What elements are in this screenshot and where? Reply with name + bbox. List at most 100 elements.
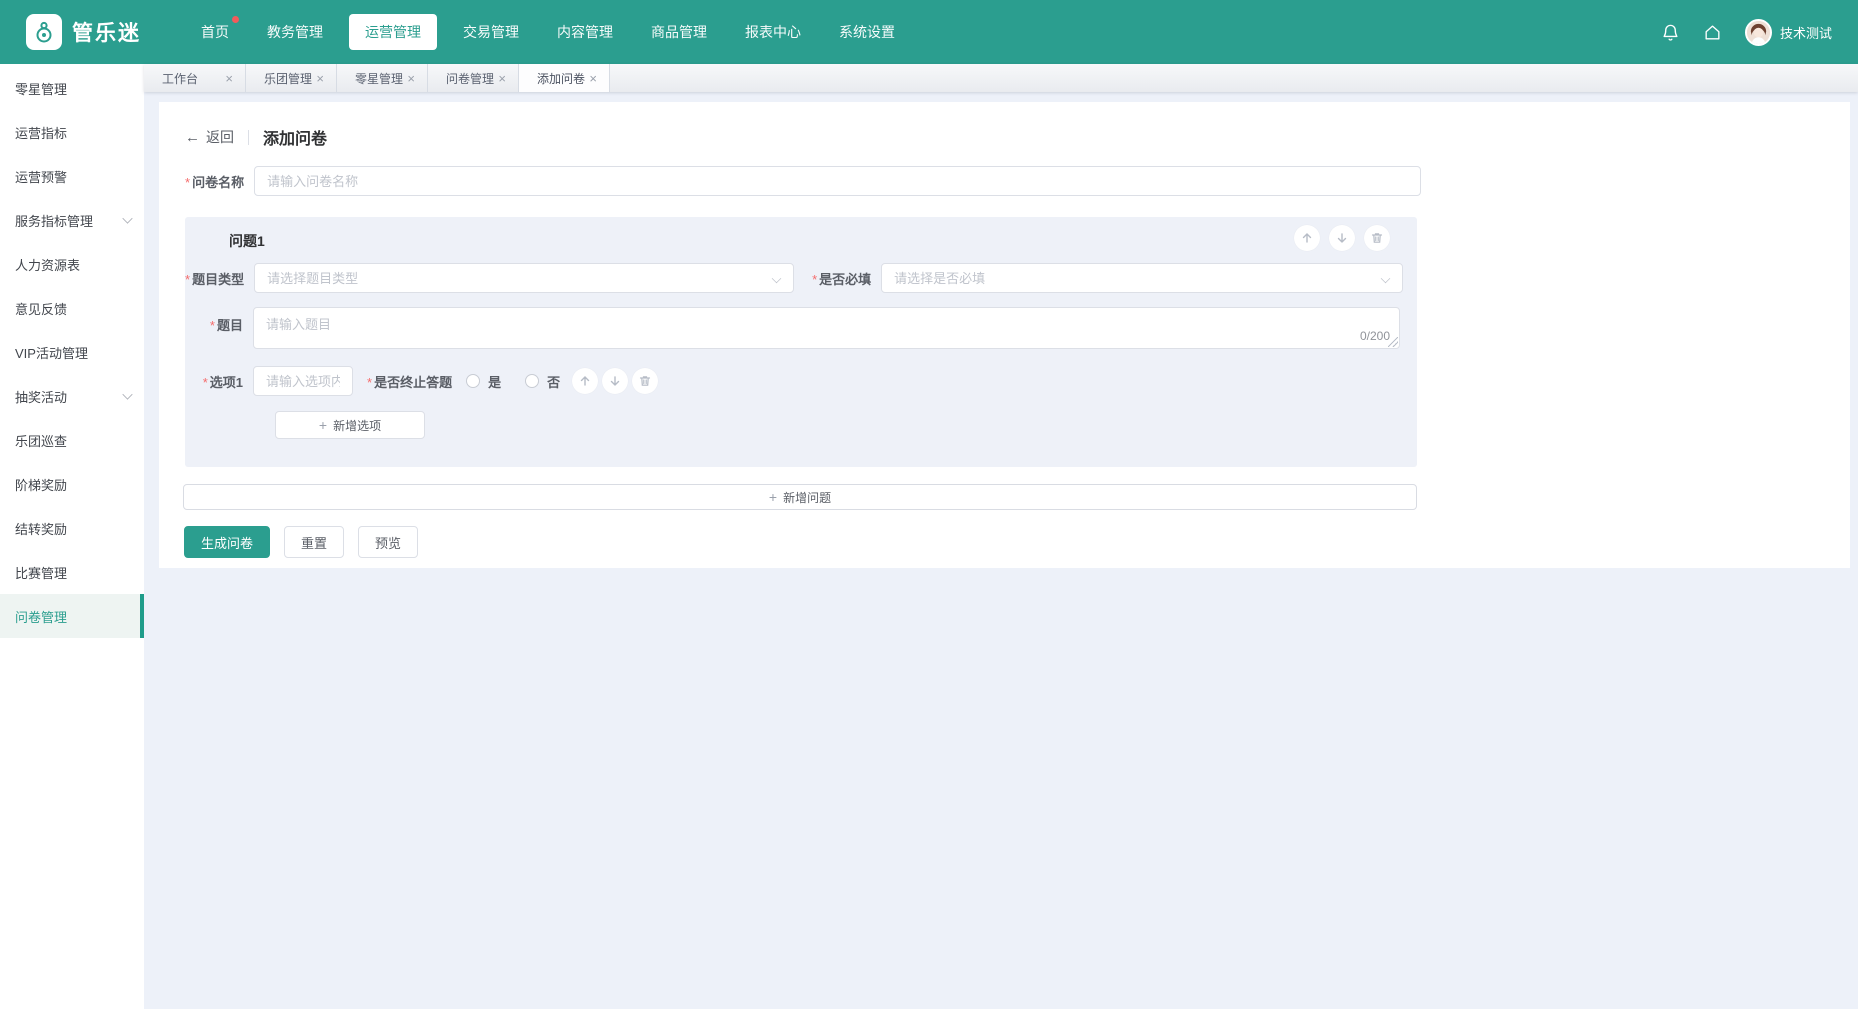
- plus-icon: +: [319, 417, 327, 433]
- terminate-label: *是否终止答题: [367, 372, 452, 391]
- chevron-down-icon: [122, 213, 132, 223]
- required-asterisk: *: [812, 272, 817, 287]
- resize-handle-icon[interactable]: [1388, 337, 1398, 347]
- back-button[interactable]: 返回: [206, 127, 234, 147]
- add-question-button[interactable]: + 新增问题: [183, 484, 1417, 510]
- app-title: 管乐迷: [72, 17, 141, 47]
- menu-item-operation[interactable]: 运营管理: [349, 14, 437, 50]
- reset-button[interactable]: 重置: [284, 526, 344, 558]
- sidebar-item-fuwu-zhibiao[interactable]: 服务指标管理: [0, 198, 144, 242]
- menu-item-trade[interactable]: 交易管理: [451, 14, 531, 50]
- close-icon[interactable]: ×: [587, 72, 599, 85]
- required-asterisk: *: [185, 272, 190, 287]
- generate-questionnaire-button[interactable]: 生成问卷: [184, 526, 270, 558]
- divider: [248, 130, 249, 145]
- logo-icon: [26, 14, 62, 50]
- plus-icon: +: [769, 489, 777, 505]
- menu-item-report[interactable]: 报表中心: [733, 14, 813, 50]
- add-option-row: + 新增选项: [185, 411, 1417, 439]
- back-arrow-icon[interactable]: ←: [185, 129, 200, 146]
- questionnaire-name-label: *问卷名称: [185, 172, 244, 191]
- radio-icon: [466, 374, 480, 388]
- required-asterisk: *: [203, 375, 208, 390]
- bell-icon[interactable]: [1661, 22, 1681, 42]
- delete-question-button[interactable]: [1364, 225, 1390, 251]
- question-required-select[interactable]: [881, 263, 1403, 293]
- questionnaire-name-input[interactable]: [254, 166, 1421, 196]
- tab-add-questionnaire[interactable]: 添加问卷×: [519, 64, 610, 92]
- page-content: ← 返回 添加问卷 *问卷名称 问题1: [144, 92, 1858, 1009]
- option-row: *选项1 *是否终止答题 是: [185, 366, 1417, 396]
- option-label: *选项1: [185, 372, 243, 391]
- question-type-select-input[interactable]: [254, 263, 794, 293]
- close-icon[interactable]: ×: [496, 72, 508, 85]
- terminate-yes-radio[interactable]: 是: [466, 372, 501, 391]
- main-area: 工作台× 乐团管理× 零星管理× 问卷管理× 添加问卷× ← 返回: [144, 64, 1858, 1009]
- radio-icon: [525, 374, 539, 388]
- option-actions: [572, 368, 658, 394]
- close-icon[interactable]: ×: [314, 72, 326, 85]
- close-icon[interactable]: ×: [405, 72, 417, 85]
- question-type-row: *题目类型 *是否必填: [185, 263, 1417, 293]
- question-required-select-input[interactable]: [881, 263, 1403, 293]
- notification-dot: [232, 16, 239, 23]
- tab-wenjuan[interactable]: 问卷管理×: [428, 64, 519, 92]
- sidebar: 零星管理 运营指标 运营预警 服务指标管理 人力资源表 意见反馈 VIP活动管理…: [0, 64, 144, 1009]
- sidebar-item-yunying-zhibiao[interactable]: 运营指标: [0, 110, 144, 154]
- sidebar-item-lingxing[interactable]: 零星管理: [0, 66, 144, 110]
- close-icon[interactable]: ×: [223, 72, 235, 85]
- avatar: [1745, 19, 1772, 46]
- terminate-radio-group: 是 否: [466, 372, 560, 391]
- app-logo[interactable]: 管乐迷: [26, 14, 141, 50]
- move-down-button[interactable]: [1329, 225, 1355, 251]
- questionnaire-name-row: *问卷名称: [185, 166, 1850, 196]
- required-asterisk: *: [210, 318, 215, 333]
- tab-workbench[interactable]: 工作台×: [144, 64, 246, 92]
- sidebar-item-xun[interactable]: 乐团巡查: [0, 418, 144, 462]
- menu-item-home[interactable]: 首页: [189, 14, 241, 50]
- question-type-label: *题目类型: [185, 269, 244, 288]
- sidebar-item-renli[interactable]: 人力资源表: [0, 242, 144, 286]
- option-move-up-button[interactable]: [572, 368, 598, 394]
- sidebar-item-choujiang[interactable]: 抽奖活动: [0, 374, 144, 418]
- user-menu[interactable]: 技术测试: [1745, 19, 1832, 46]
- tab-yuetuan[interactable]: 乐团管理×: [246, 64, 337, 92]
- question-stem-row: *题目 0/200: [185, 307, 1417, 349]
- main-menu: 首页 教务管理 运营管理 交易管理 内容管理 商品管理 报表中心 系统设置: [189, 14, 907, 50]
- preview-button[interactable]: 预览: [358, 526, 418, 558]
- option-move-down-button[interactable]: [602, 368, 628, 394]
- question-actions: [1294, 225, 1390, 251]
- sidebar-item-yunying-yujing[interactable]: 运营预警: [0, 154, 144, 198]
- terminate-no-radio[interactable]: 否: [525, 372, 560, 391]
- question-type-select[interactable]: [254, 263, 794, 293]
- menu-item-academic[interactable]: 教务管理: [255, 14, 335, 50]
- form-footer: 生成问卷 重置 预览: [184, 526, 1850, 558]
- required-asterisk: *: [185, 175, 190, 190]
- sidebar-item-vip[interactable]: VIP活动管理: [0, 330, 144, 374]
- sidebar-item-jieti[interactable]: 阶梯奖励: [0, 462, 144, 506]
- question-required-label: *是否必填: [812, 269, 871, 288]
- option-content-input[interactable]: [253, 366, 353, 396]
- question-stem-label: *题目: [185, 315, 243, 334]
- question-stem-textarea[interactable]: [253, 307, 1400, 349]
- menu-item-system[interactable]: 系统设置: [827, 14, 907, 50]
- chevron-down-icon: [122, 389, 132, 399]
- menu-item-goods[interactable]: 商品管理: [639, 14, 719, 50]
- tab-lingxing[interactable]: 零星管理×: [337, 64, 428, 92]
- question-title: 问题1: [229, 231, 265, 251]
- sidebar-item-yijian[interactable]: 意见反馈: [0, 286, 144, 330]
- move-up-button[interactable]: [1294, 225, 1320, 251]
- sidebar-item-wenjuan[interactable]: 问卷管理: [0, 594, 144, 638]
- form-panel: ← 返回 添加问卷 *问卷名称 问题1: [159, 102, 1850, 568]
- menu-item-content[interactable]: 内容管理: [545, 14, 625, 50]
- navbar-right: 技术测试: [1661, 19, 1832, 46]
- sidebar-item-bisai[interactable]: 比赛管理: [0, 550, 144, 594]
- open-tabs-bar: 工作台× 乐团管理× 零星管理× 问卷管理× 添加问卷×: [144, 64, 1858, 92]
- home-icon[interactable]: [1703, 22, 1723, 42]
- add-option-button[interactable]: + 新增选项: [275, 411, 425, 439]
- question-header: 问题1: [185, 225, 1417, 257]
- option-delete-button[interactable]: [632, 368, 658, 394]
- page-title: 添加问卷: [263, 125, 327, 149]
- sidebar-item-jiezhuan[interactable]: 结转奖励: [0, 506, 144, 550]
- char-counter: 0/200: [1356, 329, 1390, 343]
